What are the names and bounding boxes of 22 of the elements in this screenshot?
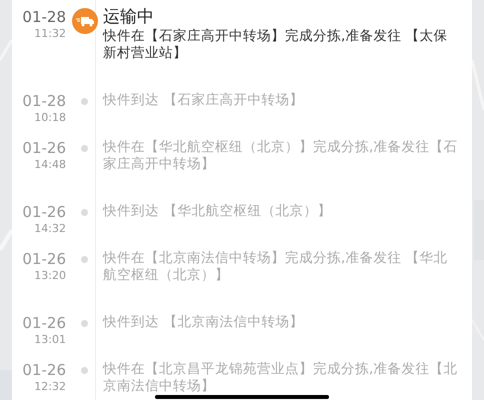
event-time: 13:01 (34, 332, 66, 348)
event-time: 14:48 (34, 157, 66, 173)
event-time: 14:32 (34, 221, 66, 237)
event-date: 01-26 (22, 203, 66, 221)
event-description: 快件到达 【北京南法信中转场】 (103, 314, 304, 331)
event-description: 快件到达 【石家庄高开中转场】 (103, 92, 304, 109)
event-time: 12:32 (34, 379, 66, 395)
event-date: 01-26 (22, 250, 66, 268)
event-description: 快件在【华北航空枢纽（北京）】完成分拣,准备发往【石家庄高开中转场】 (103, 139, 458, 173)
event-date: 01-26 (22, 314, 66, 332)
event-date: 01-26 (22, 139, 66, 157)
event-date: 01-28 (22, 8, 66, 26)
event-description: 快件在【北京南法信中转场】完成分拣,准备发往 【华北航空枢纽（北京）】 (103, 250, 449, 284)
event-description: 快件在【北京昌平龙锦苑营业点】完成分拣,准备发往【北京南法信中转场】 (103, 361, 458, 395)
event-time: 13:20 (34, 268, 66, 284)
event-description: 快件到达 【华北航空枢纽（北京）】 (103, 203, 332, 220)
event-date: 01-26 (22, 361, 66, 379)
event-time: 10:18 (34, 110, 66, 126)
status-title: 运输中 (103, 6, 155, 28)
event-date: 01-28 (22, 92, 66, 110)
event-description: 快件在【石家庄高开中转场】完成分拣,准备发往 【太保新村营业站】 (103, 28, 449, 62)
event-time: 11:32 (34, 26, 66, 42)
